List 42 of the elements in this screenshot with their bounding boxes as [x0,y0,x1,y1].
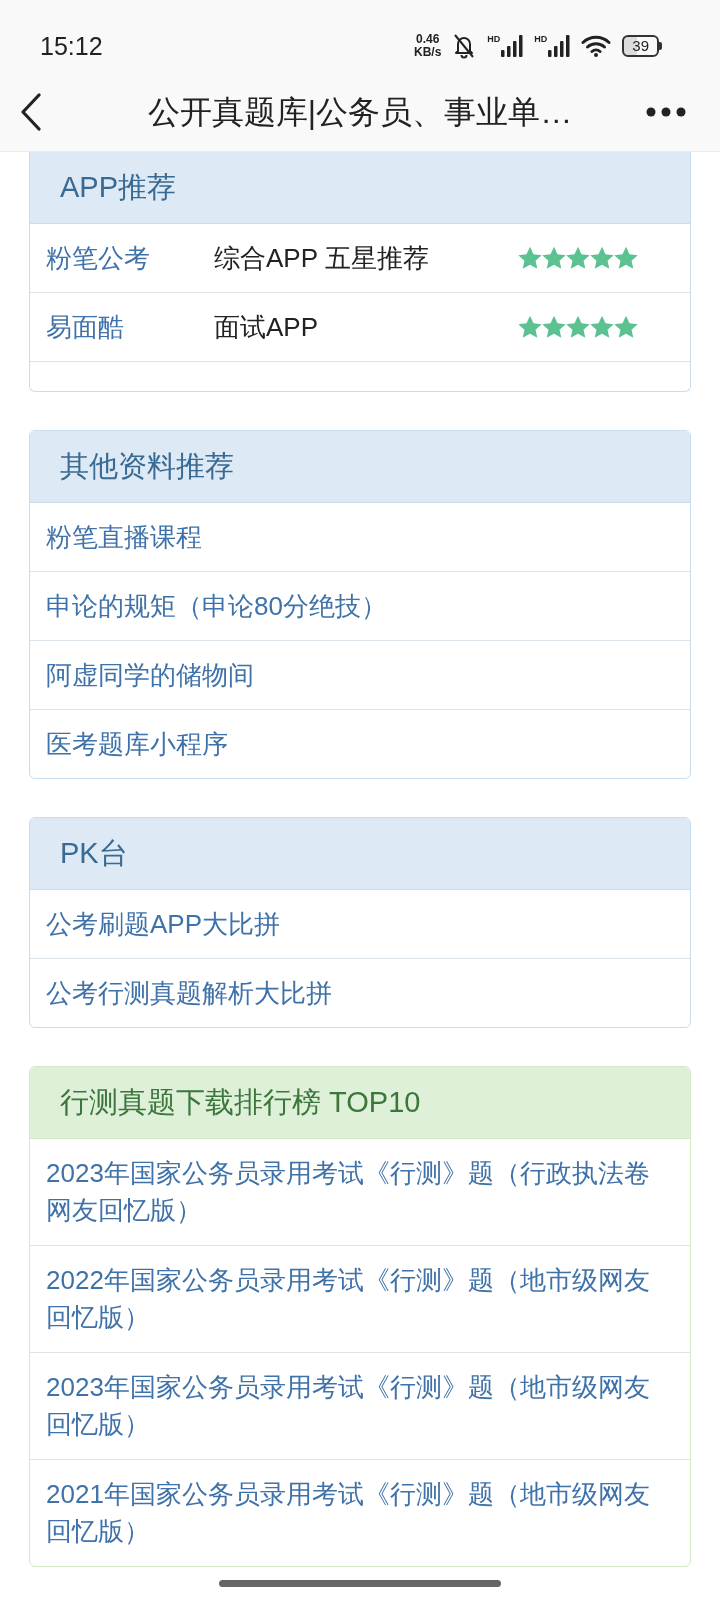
star-filled-icon [614,315,638,339]
resource-link[interactable]: 2023年国家公务员录用考试《行测》题（地市级网友回忆版） [46,1369,674,1443]
star-filled-icon [566,246,590,270]
star-filled-icon [566,315,590,339]
more-button[interactable] [646,106,686,117]
star-filled-icon [590,315,614,339]
panel-title: 行测真题下载排行榜 TOP10 [30,1067,690,1139]
resource-link[interactable]: 阿虚同学的储物间 [46,657,254,693]
resource-link[interactable]: 2023年国家公务员录用考试《行测》题（行政执法卷网友回忆版） [46,1155,674,1229]
wifi-icon [581,35,612,57]
resource-link[interactable]: 医考题库小程序 [46,726,228,762]
app-link[interactable]: 粉笔公考 [46,240,214,276]
panel-title: 其他资料推荐 [30,431,690,503]
resource-link[interactable]: 公考行测真题解析大比拼 [46,975,332,1011]
more-options-icon [646,106,686,117]
network-type-label: HD [487,35,501,44]
network-type-label: HD [534,35,548,44]
network-speed: 0.46 KB/s [413,33,442,59]
app-description: 综合APP 五星推荐 [214,242,430,275]
bell-off-icon [452,33,477,59]
star-filled-icon [518,315,542,339]
clock-time: 15:12 [40,33,103,59]
star-filled-icon [542,315,566,339]
resource-link[interactable]: 公考刷题APP大比拼 [46,906,281,942]
resource-link[interactable]: 2021年国家公务员录用考试《行测》题（地市级网友回忆版） [46,1476,674,1550]
back-icon [20,92,42,131]
star-filled-icon [542,246,566,270]
resource-link[interactable]: 申论的规矩（申论80分绝技） [46,588,387,624]
signal-bars-icon [501,35,524,57]
battery-indicator: 39 [622,35,662,57]
back-button[interactable] [20,92,42,131]
panel-title: PK台 [30,818,690,890]
star-filled-icon [614,246,638,270]
star-filled-icon [518,246,542,270]
signal-bars-icon [548,35,571,57]
star-filled-icon [590,246,614,270]
resource-link[interactable]: 2022年国家公务员录用考试《行测》题（地市级网友回忆版） [46,1262,674,1336]
panel-title: APP推荐 [30,152,690,224]
app-description: 面试APP [214,311,320,344]
page-title: 公开真题库|公务员、事业单… [146,92,574,132]
resource-link[interactable]: 粉笔直播课程 [46,519,202,555]
app-link[interactable]: 易面酷 [46,309,214,345]
